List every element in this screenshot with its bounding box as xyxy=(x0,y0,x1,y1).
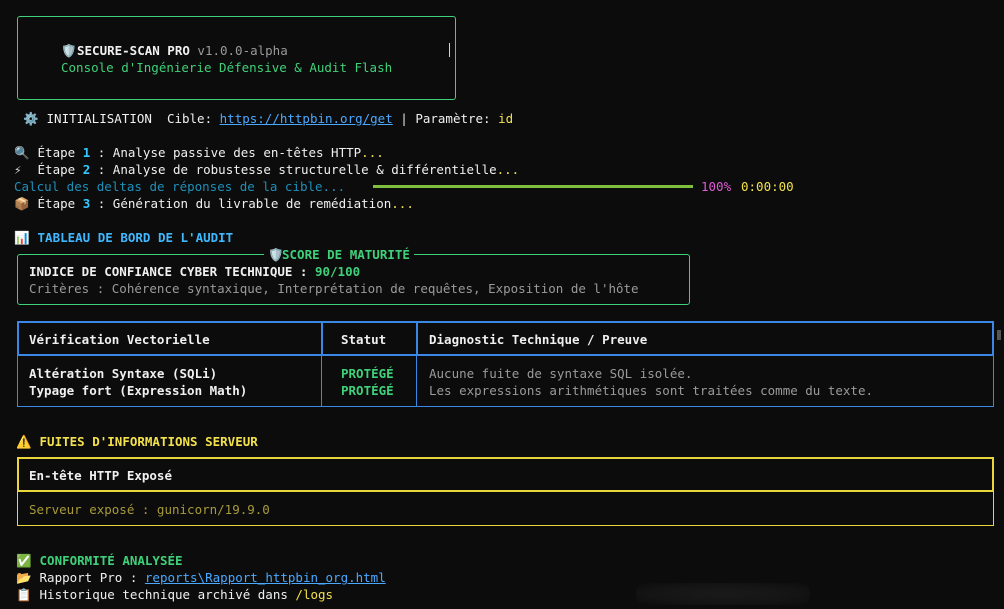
text-cursor xyxy=(449,43,450,57)
progress-percent: 100% xyxy=(701,179,732,194)
table-row-diagnostic: Les expressions arithmétiques sont trait… xyxy=(429,383,874,398)
check-icon: ✅ xyxy=(16,553,32,568)
param-value: id xyxy=(498,111,514,126)
step-prefix: Étape xyxy=(37,145,76,160)
score-title: 🛡️SCORE DE MATURITÉ xyxy=(264,246,414,263)
report-line: 📂 Rapport Pro : reports\Rapport_httpbin_… xyxy=(16,569,386,586)
column-header-status: Statut xyxy=(341,332,387,347)
bar-chart-icon: 📊 xyxy=(14,230,30,245)
init-line: ⚙️ INITIALISATION Cible: https://httpbin… xyxy=(23,110,513,127)
param-label: Paramètre: xyxy=(415,111,491,126)
step-prefix: Étape xyxy=(37,162,76,177)
clipboard-icon: 📋 xyxy=(16,587,32,602)
app-subtitle: Console d'Ingénierie Défensive & Audit F… xyxy=(61,60,393,75)
magnifier-icon: 🔍 xyxy=(14,145,30,160)
package-icon: 📦 xyxy=(14,196,30,211)
lightning-icon: ⚡ xyxy=(14,162,22,177)
score-index-value: 90/100 xyxy=(314,264,361,279)
step-text: : Analyse passive des en-têtes HTTP xyxy=(90,145,362,160)
conformity-heading: ✅ CONFORMITÉ ANALYSÉE xyxy=(16,552,183,569)
leaks-header-text: En-tête HTTP Exposé xyxy=(29,468,172,483)
scrollbar-thumb[interactable] xyxy=(997,330,1001,340)
step-1: 🔍 Étape 1 : Analyse passive des en-têtes… xyxy=(14,144,384,161)
progress-bar xyxy=(373,185,693,188)
report-label: Rapport Pro : xyxy=(39,570,138,585)
dashboard-title: TABLEAU DE BORD DE L'AUDIT xyxy=(37,230,234,245)
table-row-diagnostic: Aucune fuite de syntaxe SQL isolée. xyxy=(429,366,693,381)
history-path: /logs xyxy=(295,587,334,602)
history-label: Historique technique archivé dans xyxy=(39,587,288,602)
step-3: 📦 Étape 3 : Génération du livrable de re… xyxy=(14,195,414,212)
leaks-heading: ⚠️ FUITES D'INFORMATIONS SERVEUR xyxy=(16,433,258,450)
history-line: 📋 Historique technique archivé dans /log… xyxy=(16,586,333,603)
table-row-check: Altération Syntaxe (SQLi) xyxy=(29,366,218,381)
score-criteria: Critères : Cohérence syntaxique, Interpr… xyxy=(29,281,639,296)
step-text: : Analyse de robustesse structurelle & d… xyxy=(90,162,497,177)
column-divider xyxy=(322,321,323,356)
shield-icon: 🛡️ xyxy=(268,247,284,262)
table-row-status: PROTÉGÉ xyxy=(341,383,394,398)
column-divider xyxy=(417,321,418,356)
separator: | xyxy=(400,111,408,126)
leaks-title: FUITES D'INFORMATIONS SERVEUR xyxy=(39,434,258,449)
column-header-check: Vérification Vectorielle xyxy=(29,332,210,347)
table-row-check: Typage fort (Expression Math) xyxy=(29,383,248,398)
column-header-diagnostic: Diagnostic Technique / Preuve xyxy=(429,332,648,347)
shield-icon: 🛡️ xyxy=(61,43,77,58)
init-label: INITIALISATION xyxy=(46,111,152,126)
table-row-status: PROTÉGÉ xyxy=(341,366,394,381)
step-dots: ... xyxy=(496,162,520,177)
step-dots: ... xyxy=(391,196,414,211)
gear-icon: ⚙️ xyxy=(23,111,39,126)
app-title-line: 🛡️SECURE-SCAN PRO v1.0.0-alpha xyxy=(61,42,288,59)
report-path-link[interactable]: reports\Rapport_httpbin_org.html xyxy=(145,570,386,585)
progress-elapsed: 0:00:00 xyxy=(741,179,794,194)
step-2: ⚡ Étape 2 : Analyse de robustesse struct… xyxy=(14,161,519,178)
target-label: Cible: xyxy=(166,111,213,126)
score-index-line: INDICE DE CONFIANCE CYBER TECHNIQUE : 90… xyxy=(29,263,360,280)
step-prefix: Étape xyxy=(37,196,76,211)
dashboard-heading: 📊 TABLEAU DE BORD DE L'AUDIT xyxy=(14,229,233,246)
redacted-area xyxy=(636,583,810,605)
score-index-label: INDICE DE CONFIANCE CYBER TECHNIQUE : xyxy=(29,264,308,279)
folder-icon: 📂 xyxy=(16,570,32,585)
app-name: SECURE-SCAN PRO xyxy=(77,43,190,58)
score-title-text: SCORE DE MATURITÉ xyxy=(282,247,410,262)
step-dots: ... xyxy=(361,145,384,160)
leaks-row-text: Serveur exposé : gunicorn/19.9.0 xyxy=(29,502,270,517)
target-url-link[interactable]: https://httpbin.org/get xyxy=(220,111,393,126)
warning-icon: ⚠️ xyxy=(16,434,32,449)
progress-label: Calcul des deltas de réponses de la cibl… xyxy=(14,179,346,194)
conformity-title: CONFORMITÉ ANALYSÉE xyxy=(39,553,183,568)
app-version: v1.0.0-alpha xyxy=(197,43,288,58)
step-text: : Génération du livrable de remédiation xyxy=(90,196,392,211)
